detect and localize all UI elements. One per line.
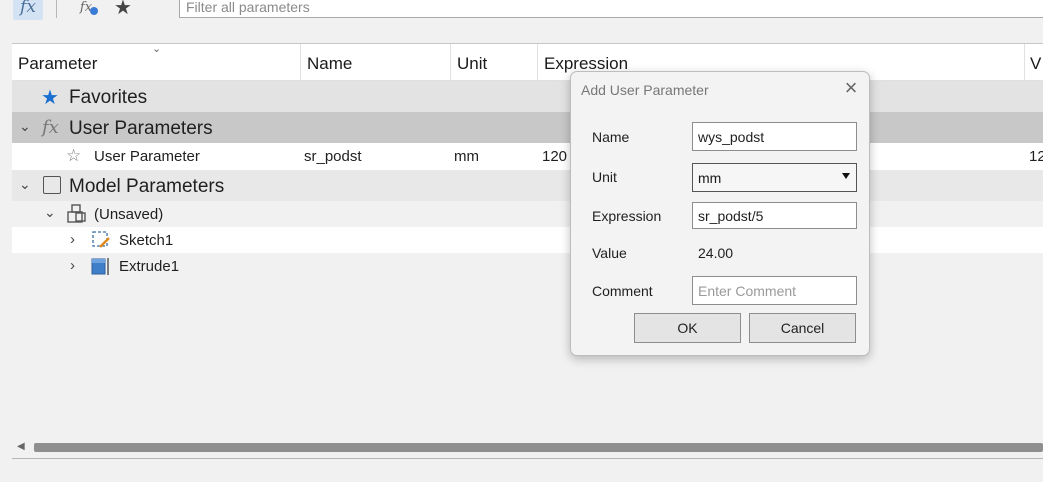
model-parameters-label: Model Parameters xyxy=(69,176,225,197)
sketch-label: Sketch1 xyxy=(119,232,174,249)
tree-row-sketch[interactable]: › Sketch1 xyxy=(12,227,1043,253)
name-cell: sr_podst xyxy=(304,148,362,165)
comment-label: Comment xyxy=(592,283,653,299)
star-outline-icon[interactable]: ☆ xyxy=(66,146,81,166)
toolbar: fx fx ★ Filter all parameters xyxy=(0,0,1043,22)
sketch-icon xyxy=(91,230,111,250)
fx-user-icon[interactable]: fx xyxy=(74,0,98,20)
column-header-name[interactable]: Name xyxy=(300,44,450,81)
component-box-icon xyxy=(43,176,61,194)
extrude-icon xyxy=(91,256,111,276)
table-header: Parameter ⌄ Name Unit Expression V xyxy=(12,43,1043,81)
model-parameters-group-row[interactable]: ⌄ Model Parameters xyxy=(12,170,1043,201)
scroll-left-arrow-icon[interactable]: ◀ xyxy=(17,441,25,452)
column-header-value[interactable]: V xyxy=(1024,44,1043,81)
user-parameters-group-row[interactable]: ⌄ fx User Parameters xyxy=(12,112,1043,143)
chevron-down-icon[interactable]: ⌄ xyxy=(44,204,56,221)
unit-select-value: mm xyxy=(698,170,722,186)
divider xyxy=(12,458,1043,459)
favorites-star-icon: ★ xyxy=(41,87,59,109)
close-icon[interactable]: × xyxy=(839,77,863,100)
favorites-label: Favorites xyxy=(69,87,148,108)
horizontal-scrollbar[interactable]: ◀ xyxy=(12,440,1043,454)
favorites-group-row[interactable]: ★ Favorites xyxy=(12,81,1043,112)
chevron-right-icon[interactable]: › xyxy=(70,231,75,248)
name-label: Name xyxy=(592,129,630,145)
chevron-down-icon[interactable]: ⌄ xyxy=(19,118,31,135)
tree-row-unsaved[interactable]: ⌄ (Unsaved) xyxy=(12,201,1043,227)
column-header-parameter[interactable]: Parameter ⌄ xyxy=(12,44,300,81)
value-label: Value xyxy=(592,245,627,261)
ok-button[interactable]: OK xyxy=(634,313,741,343)
person-icon xyxy=(90,7,98,15)
column-label: Parameter xyxy=(18,54,98,73)
parameter-cell: User Parameter xyxy=(94,148,200,165)
comment-field[interactable] xyxy=(692,276,857,305)
filter-input[interactable]: Filter all parameters xyxy=(179,0,1043,18)
star-icon[interactable]: ★ xyxy=(110,0,136,20)
scroll-thumb[interactable] xyxy=(34,443,1043,452)
component-icon xyxy=(67,204,87,223)
unit-cell: mm xyxy=(454,148,479,165)
tree-row-extrude[interactable]: › Extrude1 xyxy=(12,253,1043,279)
cancel-button[interactable]: Cancel xyxy=(749,313,856,343)
value-readout: 24.00 xyxy=(698,245,734,261)
fx-icon[interactable]: fx xyxy=(13,0,43,20)
table-row[interactable]: ☆ User Parameter sr_podst mm 120 12 xyxy=(12,143,1043,170)
name-field[interactable] xyxy=(692,122,857,151)
expression-field[interactable] xyxy=(692,202,857,229)
column-header-unit[interactable]: Unit xyxy=(450,44,537,81)
extrude-label: Extrude1 xyxy=(119,258,180,275)
chevron-down-icon[interactable]: ⌄ xyxy=(19,176,31,193)
expression-label: Expression xyxy=(592,208,662,224)
dropdown-arrow-icon xyxy=(842,173,850,179)
unsaved-label: (Unsaved) xyxy=(94,206,164,223)
unit-label: Unit xyxy=(592,169,617,185)
add-user-parameter-dialog: Add User Parameter × Name Unit mm Expres… xyxy=(570,71,870,356)
fx-icon: fx xyxy=(42,117,59,138)
expression-cell[interactable]: 120 xyxy=(542,148,567,165)
chevron-right-icon[interactable]: › xyxy=(70,257,75,274)
sort-caret-icon: ⌄ xyxy=(152,44,162,55)
user-parameters-label: User Parameters xyxy=(69,118,213,139)
value-cell: 12 xyxy=(1029,148,1043,165)
unit-select[interactable]: mm xyxy=(692,163,857,192)
dialog-title: Add User Parameter xyxy=(581,82,709,98)
toolbar-separator xyxy=(56,0,57,18)
